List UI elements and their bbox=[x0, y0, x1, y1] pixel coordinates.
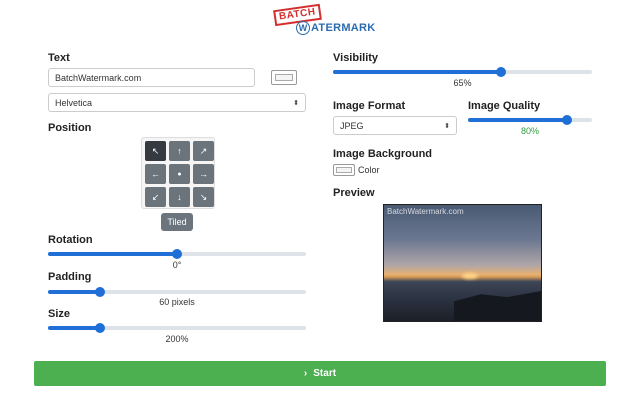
preview-sun bbox=[462, 273, 478, 279]
position-top-right-button[interactable]: ↗ bbox=[193, 141, 214, 161]
font-select[interactable]: Helvetica ⬍ bbox=[48, 93, 306, 112]
preview-image: BatchWatermark.com bbox=[383, 204, 542, 322]
watermark-text-value: BatchWatermark.com bbox=[55, 72, 142, 83]
size-slider[interactable] bbox=[48, 323, 306, 333]
arrow-left-icon: ← bbox=[151, 169, 160, 179]
text-label: Text bbox=[48, 52, 70, 64]
text-color-swatch-fill bbox=[275, 74, 293, 81]
visibility-slider-thumb[interactable] bbox=[496, 67, 507, 77]
text-color-swatch[interactable] bbox=[271, 70, 297, 85]
start-button[interactable]: › Start bbox=[34, 361, 606, 386]
arrow-up-icon: ↑ bbox=[177, 146, 182, 156]
preview-land bbox=[454, 290, 541, 321]
image-quality-value: 80% bbox=[520, 126, 539, 136]
visibility-value: 65% bbox=[453, 78, 472, 88]
position-center-button[interactable]: ● bbox=[169, 164, 190, 184]
size-label: Size bbox=[48, 308, 71, 320]
logo-w-circle: W bbox=[296, 21, 310, 35]
watermark-text-input[interactable]: BatchWatermark.com bbox=[48, 68, 255, 87]
background-color-swatch-fill bbox=[336, 167, 352, 173]
position-top-left-button[interactable]: ↖ bbox=[145, 141, 166, 161]
visibility-slider-fill bbox=[333, 70, 502, 74]
position-left-button[interactable]: ← bbox=[145, 164, 166, 184]
tiled-button[interactable]: Tiled bbox=[161, 213, 193, 231]
preview-label: Preview bbox=[333, 187, 375, 199]
select-arrows-icon: ⬍ bbox=[444, 122, 450, 130]
arrow-down-right-icon: ↘ bbox=[199, 191, 208, 202]
background-color-swatch[interactable] bbox=[333, 164, 355, 176]
logo-wordmark: ATERMARK bbox=[311, 22, 376, 34]
rotation-label: Rotation bbox=[48, 234, 93, 246]
position-bottom-left-button[interactable]: ↙ bbox=[145, 187, 166, 207]
size-slider-thumb[interactable] bbox=[94, 323, 105, 333]
background-color-label: Color bbox=[358, 165, 380, 175]
arrow-up-right-icon: ↗ bbox=[199, 145, 208, 156]
image-quality-slider-thumb[interactable] bbox=[562, 115, 573, 125]
image-quality-slider-fill bbox=[468, 118, 568, 122]
padding-slider[interactable] bbox=[48, 287, 306, 297]
position-top-button[interactable]: ↑ bbox=[169, 141, 190, 161]
visibility-label: Visibility bbox=[333, 52, 379, 64]
preview-watermark-text: BatchWatermark.com bbox=[387, 207, 464, 216]
position-bottom-button[interactable]: ↓ bbox=[169, 187, 190, 207]
image-background-label: Image Background bbox=[333, 148, 433, 160]
rotation-slider-fill bbox=[48, 252, 177, 256]
font-select-value: Helvetica bbox=[55, 97, 93, 108]
position-grid: ↖ ↑ ↗ ← ● → ↙ ↓ ↘ bbox=[141, 137, 215, 209]
image-quality-slider[interactable] bbox=[468, 115, 592, 125]
position-bottom-right-button[interactable]: ↘ bbox=[193, 187, 214, 207]
image-format-select[interactable]: JPEG ⬍ bbox=[333, 116, 457, 135]
rotation-slider-thumb[interactable] bbox=[172, 249, 182, 259]
padding-value: 60 pixels bbox=[159, 297, 195, 307]
padding-slider-fill bbox=[48, 290, 100, 294]
image-quality-label: Image Quality bbox=[468, 100, 541, 112]
dot-icon: ● bbox=[177, 170, 182, 178]
padding-slider-thumb[interactable] bbox=[94, 287, 105, 297]
padding-label: Padding bbox=[48, 271, 92, 283]
position-label: Position bbox=[48, 122, 92, 134]
rotation-slider[interactable] bbox=[48, 249, 306, 259]
arrow-up-left-icon: ↖ bbox=[151, 145, 160, 156]
chevron-right-icon: › bbox=[303, 368, 308, 379]
arrow-down-left-icon: ↙ bbox=[151, 191, 160, 202]
visibility-slider[interactable] bbox=[333, 67, 592, 77]
image-format-value: JPEG bbox=[340, 120, 364, 131]
arrow-down-icon: ↓ bbox=[177, 192, 182, 202]
image-format-label: Image Format bbox=[333, 100, 406, 112]
size-slider-fill bbox=[48, 326, 100, 330]
select-arrows-icon: ⬍ bbox=[293, 99, 299, 107]
start-label: Start bbox=[313, 368, 337, 379]
size-value: 200% bbox=[165, 334, 189, 344]
position-right-button[interactable]: → bbox=[193, 164, 214, 184]
arrow-right-icon: → bbox=[199, 169, 208, 179]
rotation-value: 0° bbox=[172, 260, 182, 270]
